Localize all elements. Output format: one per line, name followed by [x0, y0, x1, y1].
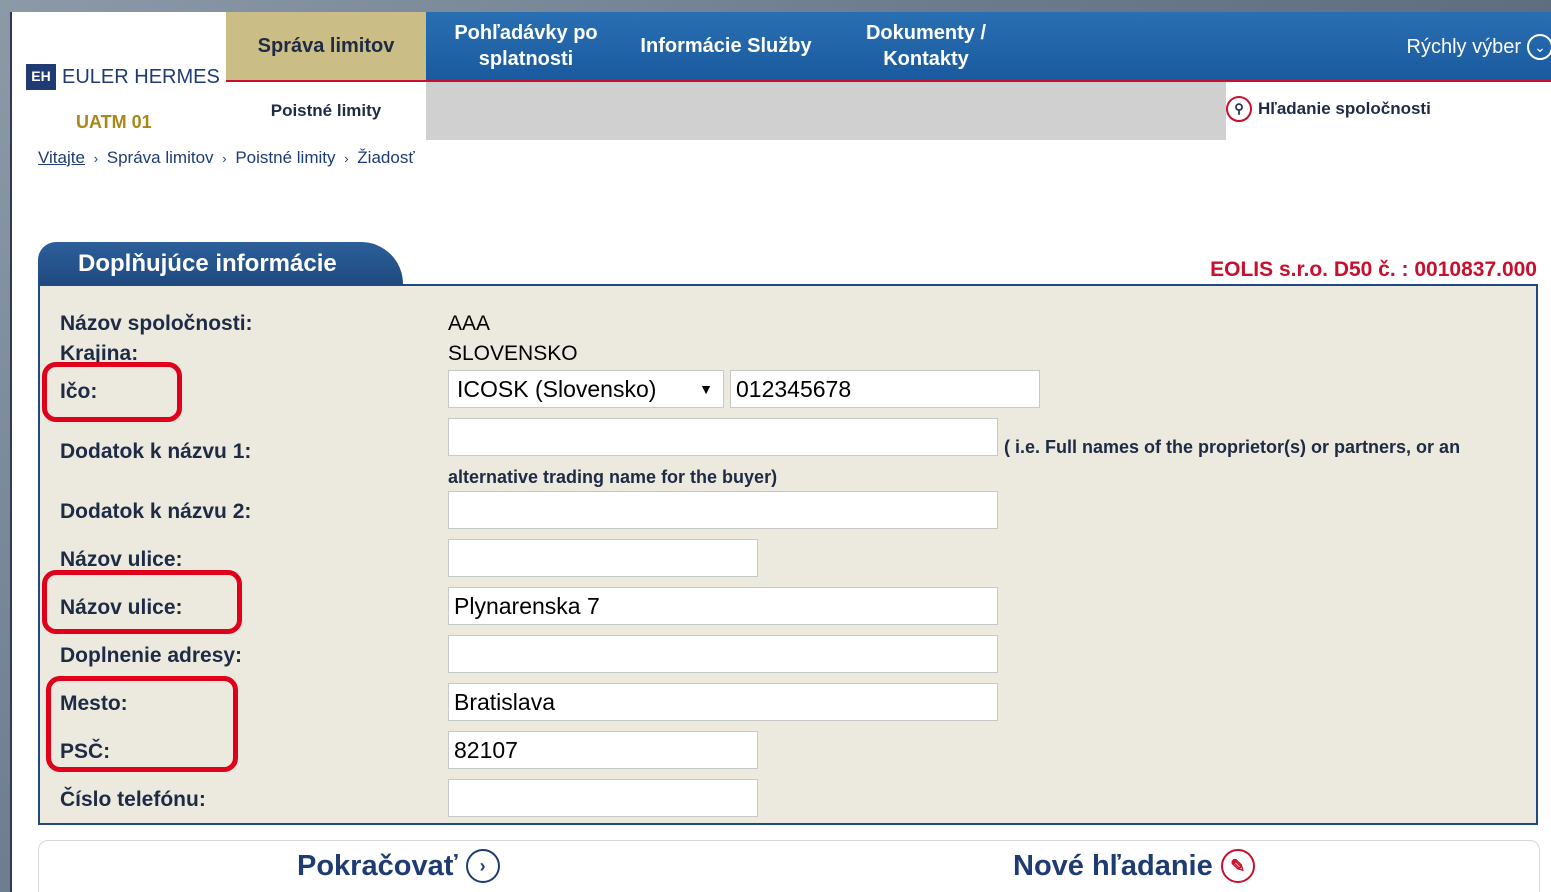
phone-number-input[interactable] — [448, 779, 758, 817]
new-search-label: Nové hľadanie — [1013, 849, 1213, 882]
search-icon: ⚲ — [1226, 96, 1252, 122]
breadcrumb-item: Poistné limity — [235, 148, 336, 167]
highlight-street — [42, 570, 242, 634]
breadcrumb-separator: › — [344, 151, 349, 166]
nav-item-limit-management[interactable]: Správa limitov — [226, 12, 426, 80]
breadcrumb-item: Žiadosť — [357, 148, 415, 167]
logo-mark-icon: EH — [26, 64, 56, 90]
nav-item-documents-contacts[interactable]: Dokumenty / Kontakty — [826, 12, 1026, 80]
nav-item-label: Pohľadávky po splatnosti — [454, 22, 598, 70]
country-value: SLOVENSKO — [448, 342, 578, 365]
chevron-right-icon: › — [465, 849, 500, 883]
action-bar: Pokračovať › Nové hľadanie ✎ — [38, 840, 1540, 892]
nav-item-label: Dokumenty / Kontakty — [865, 22, 987, 70]
breadcrumb-separator: › — [93, 151, 99, 166]
company-search-label: Hľadanie spoločnosti — [1258, 99, 1431, 118]
nav-item-information-services[interactable]: Informácie Služby — [626, 12, 826, 80]
city-input[interactable]: Bratislava — [448, 683, 998, 721]
postal-code-input[interactable]: 82107 — [448, 731, 758, 769]
additional-info-form: Názov spoločnosti: AAA Krajina: SLOVENSK… — [38, 284, 1538, 825]
breadcrumb: Vitajte › Správa limitov › Poistné limit… — [38, 148, 415, 168]
ico-type-value: ICOSK (Slovensko) — [457, 376, 657, 402]
name-addition-1-label: Dodatok k názvu 1: — [60, 440, 252, 463]
quick-select-menu[interactable]: Rýchly výber ⌄ — [1407, 34, 1551, 60]
top-navigation: Správa limitov Pohľadávky po splatnosti … — [226, 12, 1551, 82]
nav-item-label: Správa limitov — [257, 35, 395, 57]
subnav-filler — [426, 82, 1226, 140]
breadcrumb-item: Správa limitov — [106, 148, 214, 167]
breadcrumb-separator: › — [222, 151, 227, 166]
name-addition-2-input[interactable] — [448, 491, 998, 529]
street-name-label: Názov ulice: — [60, 548, 183, 571]
name-addition-2-label: Dodatok k názvu 2: — [60, 500, 252, 523]
street-name-input-2[interactable]: Plynarenska 7 — [448, 587, 998, 625]
panel-title-tab: Doplňujúce informácie — [38, 242, 403, 284]
ico-input[interactable]: 012345678 — [730, 370, 1040, 408]
street-name-input[interactable] — [448, 539, 758, 577]
phone-number-label: Číslo telefónu: — [60, 788, 206, 811]
browser-window: EH EULER HERMES UATM 01 Správa limitov P… — [10, 12, 1551, 892]
company-name-label: Názov spoločnosti: — [60, 312, 253, 335]
chevron-down-icon: ⌄ — [1527, 34, 1551, 60]
company-search-link[interactable]: ⚲ Hľadanie spoločnosti — [1226, 96, 1431, 122]
euler-hermes-logo[interactable]: EH EULER HERMES — [26, 64, 220, 90]
nav-item-overdue-receivables[interactable]: Pohľadávky po splatnosti — [426, 12, 626, 80]
sub-navigation: Poistné limity ⚲ Hľadanie spoločnosti — [226, 82, 1551, 140]
new-search-button[interactable]: Nové hľadanie ✎ — [1013, 849, 1255, 883]
continue-label: Pokračovať — [297, 849, 458, 882]
name-addition-1-input[interactable] — [448, 418, 998, 456]
contract-reference: EOLIS s.r.o. D50 č. : 0010837.000 — [1210, 258, 1537, 281]
user-code: UATM 01 — [76, 112, 152, 132]
subnav-insurance-limits[interactable]: Poistné limity — [226, 82, 426, 140]
name-addition-hint-continued: alternative trading name for the buyer) — [448, 467, 778, 487]
highlight-city-zip — [46, 676, 238, 772]
dropdown-arrow-icon: ▼ — [699, 381, 713, 397]
address-addition-label: Doplnenie adresy: — [60, 644, 243, 667]
address-addition-input[interactable] — [448, 635, 998, 673]
nav-item-label: Informácie Služby — [640, 35, 812, 57]
highlight-ico — [42, 362, 182, 422]
breadcrumb-home-link[interactable]: Vitajte — [38, 148, 85, 167]
continue-button[interactable]: Pokračovať › — [297, 849, 500, 883]
ico-type-select[interactable]: ICOSK (Slovensko) ▼ — [448, 370, 724, 408]
company-name-value: AAA — [448, 312, 491, 335]
logo-text: EULER HERMES — [62, 65, 220, 88]
quick-select-label: Rýchly výber — [1406, 35, 1521, 58]
eraser-icon: ✎ — [1220, 849, 1255, 883]
name-addition-hint: ( i.e. Full names of the proprietor(s) o… — [1004, 437, 1461, 457]
